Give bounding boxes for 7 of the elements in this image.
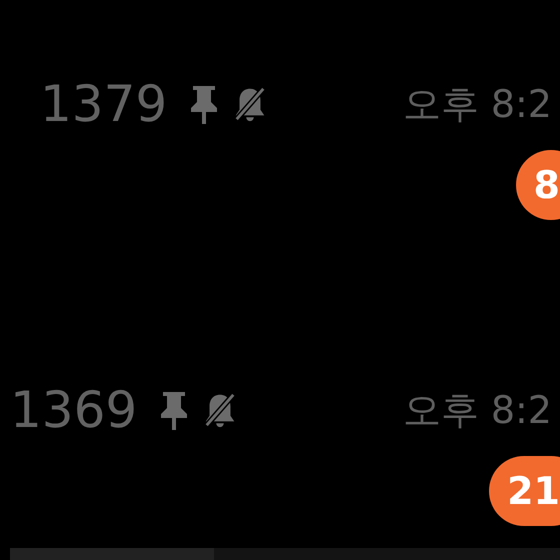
chat-name: 1369 (10, 381, 138, 439)
chat-time: 오후 8:2 (402, 386, 552, 434)
progress-bar[interactable] (10, 548, 560, 560)
chat-time: 오후 8:2 (402, 80, 552, 128)
unread-badge: 8 (516, 150, 560, 220)
unread-badge: 21 (489, 456, 560, 526)
chat-name: 1379 (40, 75, 168, 133)
